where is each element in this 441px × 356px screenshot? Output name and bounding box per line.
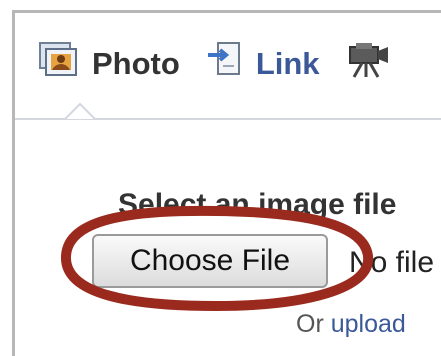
publisher-tabs: Photo Link	[38, 41, 428, 87]
choose-file-button[interactable]: Choose File	[92, 234, 328, 288]
video-camera-icon	[346, 41, 390, 87]
upload-link[interactable]: upload	[331, 310, 406, 338]
tab-photo-label: Photo	[92, 46, 180, 81]
screenshot-stage: Photo Link Select an image file Choose F…	[0, 0, 441, 356]
photo-icon	[38, 41, 80, 87]
active-tab-pointer	[65, 102, 95, 120]
link-icon	[206, 41, 244, 87]
no-file-chosen-text: No file	[349, 246, 435, 279]
tab-link-label: Link	[255, 46, 320, 81]
upload-alternative: Or upload	[296, 310, 406, 339]
or-text: Or	[296, 310, 324, 338]
tab-link[interactable]: Link	[206, 41, 320, 87]
tab-photo[interactable]: Photo	[38, 41, 180, 87]
tab-video[interactable]	[346, 41, 402, 87]
select-image-label: Select an image file	[118, 188, 397, 221]
